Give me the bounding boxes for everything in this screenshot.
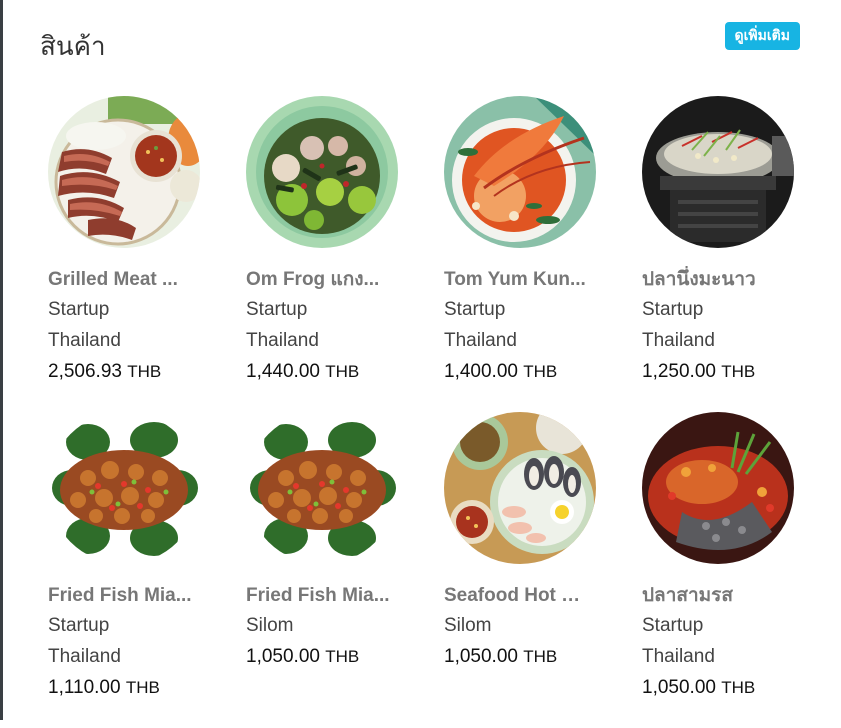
three-flavor-fish-dish-image xyxy=(642,412,794,564)
product-branch: Startup xyxy=(48,615,110,636)
product-location: Thailand xyxy=(444,330,517,351)
product-name[interactable]: Fried Fish Mia... xyxy=(246,582,391,610)
product-name[interactable]: Fried Fish Mia... xyxy=(48,582,193,610)
price-amount: 1,050.00 xyxy=(246,646,320,667)
product-card[interactable]: Fried Fish Mia... Silom 1,050.00 THB xyxy=(246,412,436,728)
product-name[interactable]: Seafood Hot S... xyxy=(444,582,589,610)
product-image[interactable] xyxy=(444,96,596,248)
product-image[interactable] xyxy=(246,96,398,248)
product-price: 1,400.00 THB xyxy=(444,356,634,387)
tom-yum-kung-dish-image xyxy=(444,96,596,248)
window-left-edge xyxy=(0,0,3,720)
price-amount: 1,400.00 xyxy=(444,361,518,382)
product-branch: Startup xyxy=(444,299,506,320)
product-price: 1,250.00 THB xyxy=(642,356,832,387)
product-price: 1,110.00 THB xyxy=(48,672,238,703)
product-location: Thailand xyxy=(642,646,715,667)
product-card[interactable]: Tom Yum Kun... Startup Thailand 1,400.00… xyxy=(444,96,634,412)
om-frog-curry-dish-image xyxy=(246,96,398,248)
price-currency: THB xyxy=(125,678,160,697)
price-amount: 1,110.00 xyxy=(48,677,121,698)
price-currency: THB xyxy=(325,362,360,381)
product-location: Thailand xyxy=(48,330,121,351)
price-currency: THB xyxy=(325,647,360,666)
price-currency: THB xyxy=(523,362,558,381)
product-image[interactable] xyxy=(444,412,596,564)
price-amount: 1,050.00 xyxy=(642,677,716,698)
product-name[interactable]: Om Frog แกง... xyxy=(246,266,391,294)
product-name[interactable]: ปลานึ่งมะนาว xyxy=(642,266,787,294)
fried-fish-miang-dish-image xyxy=(246,412,398,564)
product-image[interactable] xyxy=(642,412,794,564)
product-image[interactable] xyxy=(48,412,200,564)
seafood-hot-spicy-dish-image xyxy=(444,412,596,564)
price-amount: 2,506.93 xyxy=(48,361,122,382)
see-more-button[interactable]: ดูเพิ่มเติม xyxy=(724,22,800,50)
product-grid: Grilled Meat ... Startup Thailand 2,506.… xyxy=(48,96,840,728)
product-name[interactable]: Grilled Meat ... xyxy=(48,266,193,294)
price-currency: THB xyxy=(127,362,162,381)
product-price: 1,050.00 THB xyxy=(642,672,832,703)
price-currency: THB xyxy=(523,647,558,666)
product-image[interactable] xyxy=(642,96,794,248)
product-price: 1,440.00 THB xyxy=(246,356,436,387)
product-card[interactable]: ปลาสามรส Startup Thailand 1,050.00 THB xyxy=(642,412,832,728)
product-card[interactable]: ปลานึ่งมะนาว Startup Thailand 1,250.00 T… xyxy=(642,96,832,412)
price-currency: THB xyxy=(721,362,756,381)
product-price: 1,050.00 THB xyxy=(246,641,436,672)
price-amount: 1,440.00 xyxy=(246,361,320,382)
steamed-fish-lime-dish-image xyxy=(642,96,794,248)
product-name[interactable]: Tom Yum Kun... xyxy=(444,266,589,294)
product-name[interactable]: ปลาสามรส xyxy=(642,582,787,610)
price-amount: 1,050.00 xyxy=(444,646,518,667)
product-card[interactable]: Seafood Hot S... Silom 1,050.00 THB xyxy=(444,412,634,728)
product-card[interactable]: Fried Fish Mia... Startup Thailand 1,110… xyxy=(48,412,238,728)
product-branch: Startup xyxy=(642,615,704,636)
product-branch: Silom xyxy=(444,615,492,636)
product-branch: Startup xyxy=(642,299,704,320)
product-branch: Silom xyxy=(246,615,294,636)
grilled-meat-dish-image xyxy=(48,96,200,248)
product-card[interactable]: Grilled Meat ... Startup Thailand 2,506.… xyxy=(48,96,238,412)
price-amount: 1,250.00 xyxy=(642,361,716,382)
price-currency: THB xyxy=(721,678,756,697)
product-location: Thailand xyxy=(642,330,715,351)
product-image[interactable] xyxy=(48,96,200,248)
product-card[interactable]: Om Frog แกง... Startup Thailand 1,440.00… xyxy=(246,96,436,412)
product-image[interactable] xyxy=(246,412,398,564)
product-price: 2,506.93 THB xyxy=(48,356,238,387)
product-location: Thailand xyxy=(246,330,319,351)
fried-fish-miang-dish-image xyxy=(48,412,200,564)
section-header: สินค้า ดูเพิ่มเติม xyxy=(40,20,800,64)
section-title: สินค้า xyxy=(40,32,106,62)
product-branch: Startup xyxy=(48,299,110,320)
product-price: 1,050.00 THB xyxy=(444,641,634,672)
product-location: Thailand xyxy=(48,646,121,667)
product-branch: Startup xyxy=(246,299,308,320)
